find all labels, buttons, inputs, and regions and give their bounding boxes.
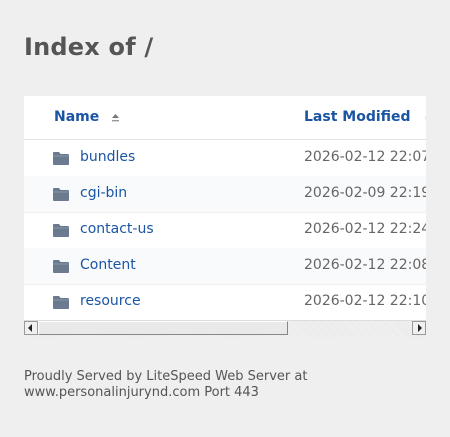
sort-ascending-icon[interactable] bbox=[111, 111, 120, 125]
arrow-left-icon bbox=[28, 324, 32, 332]
folder-icon bbox=[53, 296, 69, 309]
folder-icon bbox=[53, 188, 69, 201]
footer-line-2: www.personalinjurynd.com Port 443 bbox=[24, 385, 259, 400]
name-column-header[interactable]: Name bbox=[54, 109, 99, 125]
scroll-left-button[interactable] bbox=[24, 321, 38, 335]
table-row[interactable]: bundles 2026-02-12 22:07 bbox=[24, 140, 426, 177]
folder-link-content[interactable]: Content bbox=[80, 257, 136, 273]
footer-line-1: Proudly Served by LiteSpeed Web Server a… bbox=[24, 369, 308, 384]
last-modified-cell: 2026-02-12 22:07 bbox=[304, 149, 426, 165]
folder-link-cgi-bin[interactable]: cgi-bin bbox=[80, 185, 127, 201]
last-modified-column-header[interactable]: Last Modified bbox=[304, 109, 411, 125]
arrow-right-icon bbox=[418, 324, 422, 332]
last-modified-cell: 2026-02-12 22:08 bbox=[304, 257, 426, 273]
scrollbar-thumb[interactable] bbox=[38, 321, 288, 335]
folder-link-contact-us[interactable]: contact-us bbox=[80, 221, 154, 237]
last-modified-cell: 2026-02-12 22:10 bbox=[304, 293, 426, 309]
table-header: Name Last Modified bbox=[24, 96, 426, 140]
last-modified-cell: 2026-02-09 22:19 bbox=[304, 185, 426, 201]
folder-icon bbox=[53, 224, 69, 237]
folder-link-bundles[interactable]: bundles bbox=[80, 149, 135, 165]
horizontal-scrollbar[interactable] bbox=[24, 320, 426, 337]
folder-icon bbox=[53, 152, 69, 165]
folder-icon bbox=[53, 260, 69, 273]
directory-listing: Name Last Modified bundles 2026-02-12 22… bbox=[24, 96, 426, 320]
sort-icon[interactable] bbox=[424, 111, 426, 125]
listing-scroll-content: Name Last Modified bundles 2026-02-12 22… bbox=[24, 96, 426, 320]
last-modified-cell: 2026-02-12 22:24 bbox=[304, 221, 426, 237]
table-row[interactable]: contact-us 2026-02-12 22:24 bbox=[24, 212, 426, 249]
table-row[interactable]: Content 2026-02-12 22:08 bbox=[24, 248, 426, 285]
page-title: Index of / bbox=[24, 33, 154, 61]
server-footer: Proudly Served by LiteSpeed Web Server a… bbox=[24, 369, 424, 401]
folder-link-resource[interactable]: resource bbox=[80, 293, 141, 309]
table-row[interactable]: resource 2026-02-12 22:10 bbox=[24, 284, 426, 320]
scroll-right-button[interactable] bbox=[412, 321, 426, 335]
table-row[interactable]: cgi-bin 2026-02-09 22:19 bbox=[24, 176, 426, 213]
